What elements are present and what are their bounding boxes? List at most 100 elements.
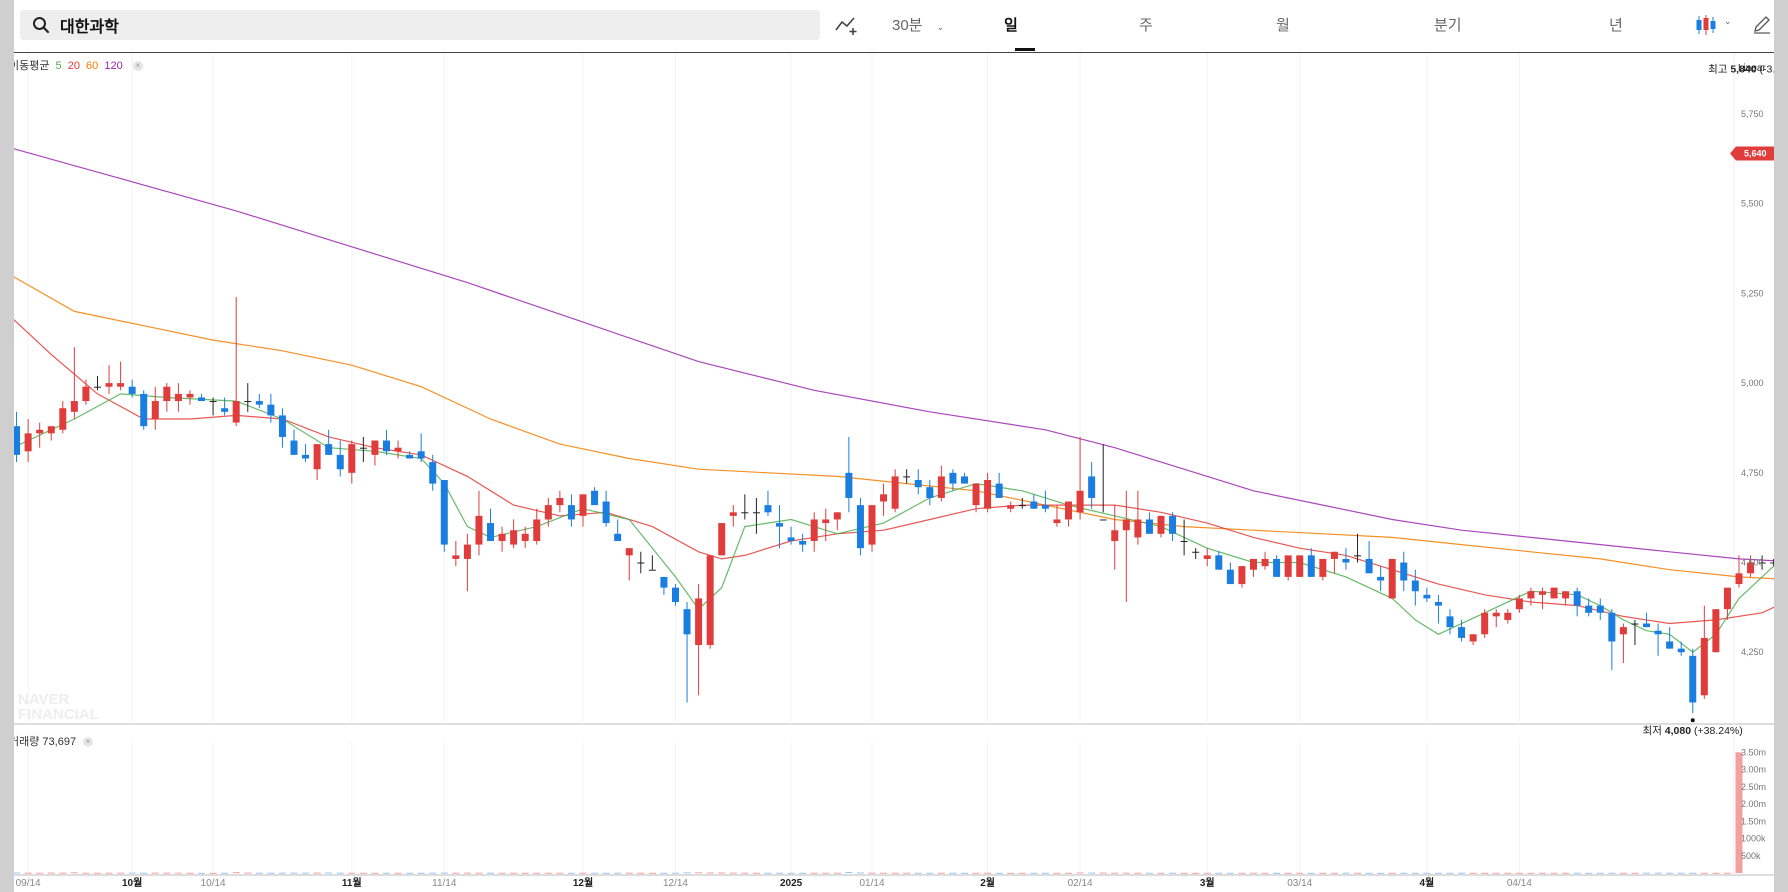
- volume-legend[interactable]: 거래량 73,697 ×: [9, 733, 94, 749]
- volume-bar: [1226, 872, 1234, 874]
- candle-body: [1007, 505, 1015, 509]
- volume-tick-label: 2.50m: [1741, 782, 1766, 792]
- volume-bar: [764, 872, 772, 874]
- candle-body: [105, 383, 113, 387]
- volume-bar: [1157, 872, 1165, 874]
- volume-bar: [856, 872, 864, 874]
- volume-bar: [429, 872, 437, 874]
- price-tick-label: 5,250: [1741, 288, 1764, 298]
- volume-bar: [117, 872, 125, 874]
- ma-period-5: 5: [55, 60, 62, 72]
- candle-body: [371, 440, 379, 455]
- volume-bar: [36, 872, 44, 874]
- volume-bar: [926, 872, 934, 874]
- candle-body: [140, 393, 148, 427]
- volume-bar: [1469, 872, 1477, 874]
- volume-bar: [706, 872, 714, 874]
- candle-body: [937, 476, 945, 498]
- candle-body: [1700, 637, 1708, 696]
- candle-body: [151, 401, 159, 419]
- candle-body: [463, 544, 471, 559]
- volume-bar: [1180, 872, 1188, 874]
- volume-bar: [1377, 872, 1385, 874]
- volume-bar: [822, 872, 830, 874]
- candle-body: [1203, 555, 1211, 559]
- volume-bar: [186, 872, 194, 874]
- volume-bar: [440, 872, 448, 874]
- volume-bar: [1273, 872, 1281, 874]
- candle-body: [417, 451, 425, 459]
- x-tick-label: 01/14: [859, 878, 884, 889]
- volume-bar: [13, 872, 21, 874]
- volume-bar: [382, 872, 390, 874]
- volume-bar: [914, 872, 922, 874]
- volume-bar: [1400, 872, 1408, 874]
- candle-body: [348, 444, 356, 473]
- candle-body: [1122, 519, 1130, 531]
- candle-body: [221, 408, 229, 412]
- close-icon[interactable]: ×: [83, 737, 94, 748]
- volume-bar: [602, 872, 610, 874]
- x-tick-label: 2월: [980, 877, 995, 889]
- candle-body: [1504, 612, 1512, 620]
- volume-bar: [741, 872, 749, 874]
- volume-bar: [1134, 872, 1142, 874]
- candle-body: [406, 454, 414, 459]
- low-annotation: 최저 4,080 (+38.24%): [1643, 725, 1743, 737]
- candle-body: [1446, 616, 1454, 628]
- close-icon[interactable]: ×: [132, 61, 143, 72]
- volume-bar: [163, 872, 171, 874]
- candle-body: [1735, 573, 1743, 585]
- volume-bar: [1446, 872, 1454, 874]
- candle-body: [117, 383, 125, 387]
- volume-bar: [880, 872, 888, 874]
- candle-body: [1596, 605, 1604, 613]
- ma20-line: [4, 310, 1788, 625]
- candle-body: [856, 505, 864, 549]
- candle-body: [1273, 558, 1281, 577]
- x-tick-label: 10/14: [201, 878, 226, 889]
- volume-bar: [1504, 872, 1512, 874]
- candle-body: [891, 476, 899, 509]
- moving-average-legend[interactable]: 이동평균 5 20 60 120 ×: [9, 57, 146, 73]
- candle-body: [556, 497, 564, 506]
- volume-bar: [267, 872, 275, 874]
- price-tick-label: 4,750: [1741, 468, 1764, 478]
- candle-body: [903, 476, 911, 478]
- candle-body: [1434, 602, 1442, 606]
- volume-bar: [1573, 872, 1581, 874]
- candle-body: [1608, 612, 1616, 642]
- candle-body: [741, 512, 749, 514]
- candle-body: [440, 480, 448, 545]
- volume-bar: [1284, 872, 1292, 874]
- volume-bar: [487, 872, 495, 874]
- volume-bar: [845, 871, 853, 873]
- volume-bar: [683, 872, 691, 874]
- candle-body: [660, 576, 668, 588]
- volume-bar: [660, 872, 668, 874]
- volume-bar: [1076, 872, 1084, 874]
- candle-body: [452, 555, 460, 559]
- volume-bar: [648, 872, 656, 874]
- volume-bar: [232, 872, 240, 874]
- candle-body: [1215, 555, 1223, 570]
- candle-body: [1169, 515, 1177, 534]
- candle-body: [1538, 591, 1546, 595]
- volume-bar: [1700, 872, 1708, 874]
- volume-bar: [729, 872, 737, 874]
- volume-bar: [82, 872, 90, 874]
- volume-bar: [93, 872, 101, 874]
- volume-bar: [1053, 872, 1061, 874]
- volume-bar: [1030, 872, 1038, 874]
- x-tick-label: 11월: [342, 877, 362, 889]
- candle-body: [1723, 587, 1731, 610]
- stock-chart-app: 30분 ⌄ 일 주 월 분기 년 ⌄: [0, 0, 1788, 892]
- candle-body: [1527, 591, 1535, 599]
- candle-body: [833, 512, 841, 520]
- candle-body: [706, 555, 714, 646]
- volume-bar: [452, 872, 460, 874]
- candle-body: [637, 562, 645, 564]
- candle-body: [59, 408, 67, 430]
- price-chart[interactable]: NAVER FINANCIAL 5,750 5,500 5,250 5,000 4,750 4…: [0, 0, 1788, 892]
- volume-bar: [776, 872, 784, 874]
